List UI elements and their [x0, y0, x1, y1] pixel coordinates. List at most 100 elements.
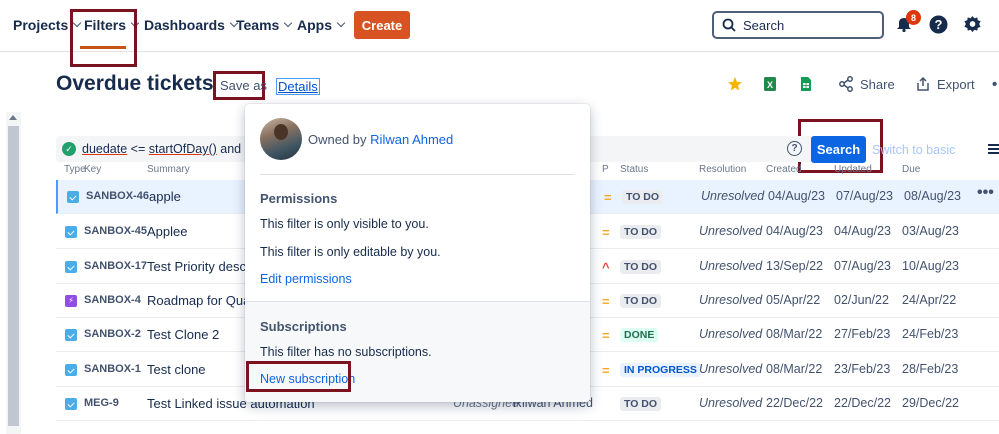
status-badge[interactable]: TO DO — [620, 294, 662, 308]
issue-key[interactable]: MEG-9 — [84, 397, 119, 409]
create-button[interactable]: Create — [354, 11, 410, 39]
task-type-icon — [65, 261, 77, 273]
issue-key[interactable]: SANBOX-4 — [84, 294, 141, 306]
due-date: 24/Apr/22 — [902, 293, 957, 307]
permissions-heading: Permissions — [260, 191, 338, 206]
details-link[interactable]: Details — [276, 78, 320, 95]
save-as-button[interactable]: Save as — [220, 78, 267, 93]
col-type[interactable]: Type — [64, 164, 86, 175]
task-type-icon — [65, 329, 77, 341]
updated-date: 23/Feb/23 — [834, 362, 891, 376]
created-date: 08/Mar/22 — [766, 362, 823, 376]
issue-key[interactable]: SANBOX-45 — [84, 225, 147, 237]
col-created[interactable]: Created — [766, 164, 802, 175]
share-label: Share — [860, 76, 895, 92]
col-updated[interactable]: Updated — [834, 164, 872, 175]
updated-date: 04/Aug/23 — [834, 224, 891, 238]
status-badge[interactable]: IN PROGRESS — [620, 363, 701, 377]
scroll-up-arrow-icon[interactable] — [9, 115, 17, 120]
updated-date: 07/Aug/23 — [834, 259, 891, 273]
nav-apps[interactable]: Apps — [297, 17, 346, 33]
story-type-icon — [65, 295, 77, 307]
page-title: Overdue tickets — [56, 72, 214, 95]
nav-apps-label: Apps — [297, 17, 332, 33]
issue-summary[interactable]: apple — [149, 189, 181, 204]
created-date: 08/Mar/22 — [766, 327, 823, 341]
divider — [260, 174, 575, 175]
status-badge[interactable]: DONE — [620, 328, 659, 342]
created-date: 05/Apr/22 — [766, 293, 821, 307]
star-button[interactable] — [727, 76, 743, 92]
status-badge[interactable]: TO DO — [622, 190, 664, 204]
scroll-thumb[interactable] — [8, 126, 19, 426]
help-button[interactable]: ? — [927, 13, 949, 35]
issue-summary[interactable]: Applee — [147, 224, 187, 239]
google-sheets-icon — [801, 77, 811, 91]
notification-badge: 8 — [906, 10, 921, 25]
col-key[interactable]: Key — [84, 164, 101, 175]
hamburger-menu-icon[interactable] — [988, 144, 999, 156]
status-badge[interactable]: TO DO — [620, 260, 662, 274]
issue-key[interactable]: SANBOX-17 — [84, 260, 147, 272]
priority-high-icon: ^ — [602, 260, 610, 275]
resolution: Unresolved — [699, 327, 763, 341]
due-date: 29/Dec/22 — [902, 396, 959, 410]
due-date: 03/Aug/23 — [902, 224, 959, 238]
col-priority[interactable]: P — [602, 164, 609, 175]
search-placeholder: Search — [743, 17, 785, 33]
resolution: Unresolved — [699, 293, 763, 307]
issue-summary[interactable]: Test clone — [147, 362, 206, 377]
issue-key[interactable]: SANBOX-1 — [84, 363, 141, 375]
col-summary[interactable]: Summary — [147, 164, 190, 175]
resolution: Unresolved — [699, 224, 763, 238]
nav-dashboards-label: Dashboards — [144, 17, 225, 33]
priority-medium-icon: = — [602, 363, 610, 378]
priority-medium-icon: = — [602, 328, 610, 343]
due-date: 24/Feb/23 — [902, 327, 959, 341]
left-scrollbar[interactable] — [6, 112, 21, 434]
status-badge[interactable]: TO DO — [620, 397, 662, 411]
col-resolution[interactable]: Resolution — [699, 164, 746, 175]
valid-query-check-icon: ✓ — [62, 142, 76, 156]
issue-key[interactable]: SANBOX-2 — [84, 328, 141, 340]
search-button[interactable]: Search — [811, 136, 866, 163]
nav-teams[interactable]: Teams — [236, 17, 293, 33]
jql-help-icon[interactable]: ? — [787, 141, 802, 156]
export-icon — [917, 76, 929, 91]
subscriptions-heading: Subscriptions — [260, 319, 347, 334]
issue-summary[interactable]: Roadmap for Quar — [147, 293, 255, 308]
share-button[interactable]: Share — [838, 76, 895, 92]
nav-dashboards[interactable]: Dashboards — [144, 17, 239, 33]
issue-key[interactable]: SANBOX-46 — [86, 190, 149, 202]
created-date: 22/Dec/22 — [766, 396, 823, 410]
owned-by-label: Owned by — [308, 132, 367, 147]
export-excel-button[interactable]: X — [763, 76, 777, 92]
task-type-icon — [65, 364, 77, 376]
priority-medium-icon: = — [602, 294, 610, 309]
star-icon — [728, 77, 742, 91]
global-search-input[interactable]: Search — [712, 11, 884, 39]
switch-to-basic-link[interactable]: Switch to basic — [872, 143, 955, 157]
col-status[interactable]: Status — [620, 164, 648, 175]
due-date: 10/Aug/23 — [902, 259, 959, 273]
chevron-down-icon — [284, 18, 293, 28]
export-sheets-button[interactable] — [800, 76, 812, 92]
more-actions-icon[interactable]: • — [992, 76, 997, 93]
owner-link[interactable]: Rilwan Ahmed — [370, 132, 453, 147]
settings-button[interactable] — [961, 13, 983, 35]
issue-summary[interactable]: Test Priority descri — [147, 259, 253, 274]
issue-summary[interactable]: Test Clone 2 — [147, 327, 219, 342]
col-due[interactable]: Due — [902, 164, 920, 175]
search-icon — [722, 18, 736, 32]
highlight-filters — [70, 9, 137, 67]
row-more-icon[interactable]: ••• — [977, 184, 994, 202]
status-badge[interactable]: TO DO — [620, 225, 662, 239]
edit-permissions-link[interactable]: Edit permissions — [260, 272, 352, 286]
due-date: 08/Aug/23 — [904, 189, 961, 203]
updated-date: 22/Dec/22 — [834, 396, 891, 410]
jql-function: startOfDay() — [148, 142, 217, 156]
jql-field: duedate — [82, 142, 128, 156]
export-button[interactable]: Export — [915, 76, 975, 92]
jql-query-text: duedate <= startOfDay() and re — [82, 142, 262, 156]
svg-text:X: X — [767, 80, 773, 90]
